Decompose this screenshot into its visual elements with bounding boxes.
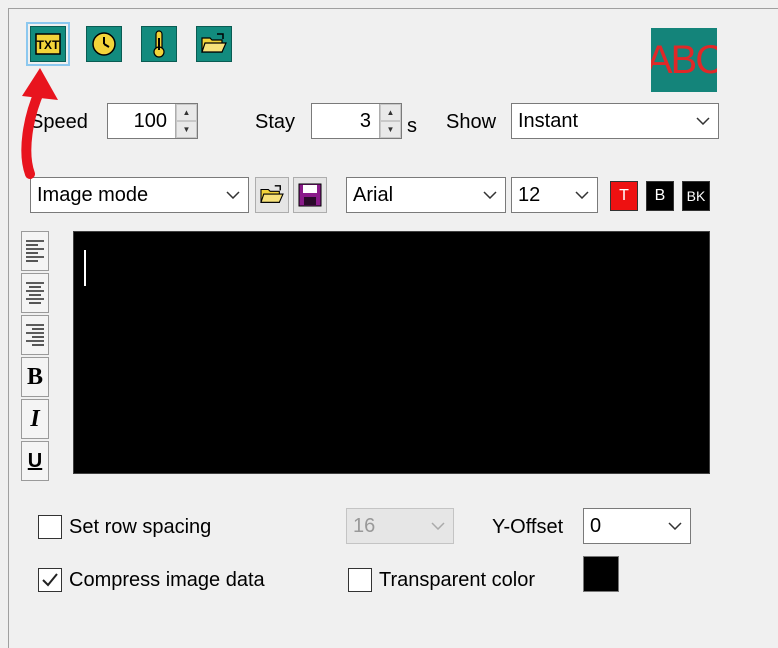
row-spacing-value: 16 [353,514,376,537]
row-spacing-select: 16 [346,508,454,544]
align-right-button[interactable] [21,315,49,355]
annotation-arrow-icon [21,68,58,179]
bold-button[interactable]: B [21,357,49,397]
text-editor-area[interactable] [73,231,710,474]
italic-button[interactable]: I [21,399,49,439]
background-color-button[interactable]: B [646,181,674,211]
mode-selected: Image mode [37,183,149,206]
spin-down-icon[interactable]: ▼ [176,121,197,138]
chevron-down-icon [475,191,505,199]
font-size-select[interactable]: 12 [511,177,598,213]
show-select[interactable]: Instant [511,103,719,139]
mode-select[interactable]: Image mode [30,177,249,213]
compress-checkbox[interactable] [38,568,62,592]
border-color-button[interactable]: BK [682,181,710,211]
text-cursor [84,250,86,286]
transparent-color-swatch[interactable] [583,556,619,592]
clock-button[interactable] [86,26,122,62]
open-folder-button[interactable] [196,26,232,62]
align-center-icon [26,282,44,304]
text-icon-glyph: TXT [37,38,60,52]
align-left-button[interactable] [21,231,49,271]
row-spacing-checkbox[interactable] [38,515,62,539]
temperature-button[interactable] [141,26,177,62]
text-icon: TXT [35,33,61,55]
align-right-icon [26,324,44,346]
row-spacing-label: Set row spacing [69,516,212,538]
spin-up-icon[interactable]: ▲ [176,104,197,121]
text-mode-button[interactable]: TXT [26,22,70,66]
preview-box: ABC [651,28,717,92]
spin-down-icon[interactable]: ▼ [380,121,401,138]
underline-button[interactable]: U [21,441,49,481]
speed-value: 100 [133,109,167,132]
chevron-down-icon [423,522,453,530]
chevron-down-icon [567,191,597,199]
clock-icon [92,32,116,56]
speed-spinner[interactable]: 100 ▲ ▼ [107,103,198,139]
italic-icon: I [30,405,40,432]
align-left-icon [26,240,44,262]
save-icon [298,183,322,207]
thermometer-icon [153,30,165,58]
open-file-button[interactable] [255,177,289,213]
stay-unit: s [407,115,417,137]
y-offset-label: Y-Offset [492,516,564,538]
y-offset-value: 0 [590,514,602,537]
save-file-button[interactable] [293,177,327,213]
checkmark-icon [42,573,58,587]
transparent-color-checkbox[interactable] [348,568,372,592]
underline-icon: U [27,449,43,472]
font-family-select[interactable]: Arial [346,177,506,213]
open-folder-icon [201,33,227,53]
chevron-down-icon [660,522,690,530]
stay-spinner[interactable]: 3 ▲ ▼ [311,103,402,139]
show-selected: Instant [518,109,579,132]
font-size-selected: 12 [518,183,541,206]
align-center-button[interactable] [21,273,49,313]
chevron-down-icon [688,117,718,125]
bold-icon: B [26,363,43,390]
transparent-color-label: Transparent color [379,569,535,591]
chevron-down-icon [218,191,248,199]
open-folder-icon [260,185,284,203]
stay-label: Stay [255,111,296,133]
font-family-selected: Arial [353,183,394,206]
stay-value: 3 [359,109,371,132]
y-offset-select[interactable]: 0 [583,508,691,544]
text-color-button[interactable]: T [610,181,638,211]
spin-up-icon[interactable]: ▲ [380,104,401,121]
compress-label: Compress image data [69,569,265,591]
show-label: Show [446,111,497,133]
